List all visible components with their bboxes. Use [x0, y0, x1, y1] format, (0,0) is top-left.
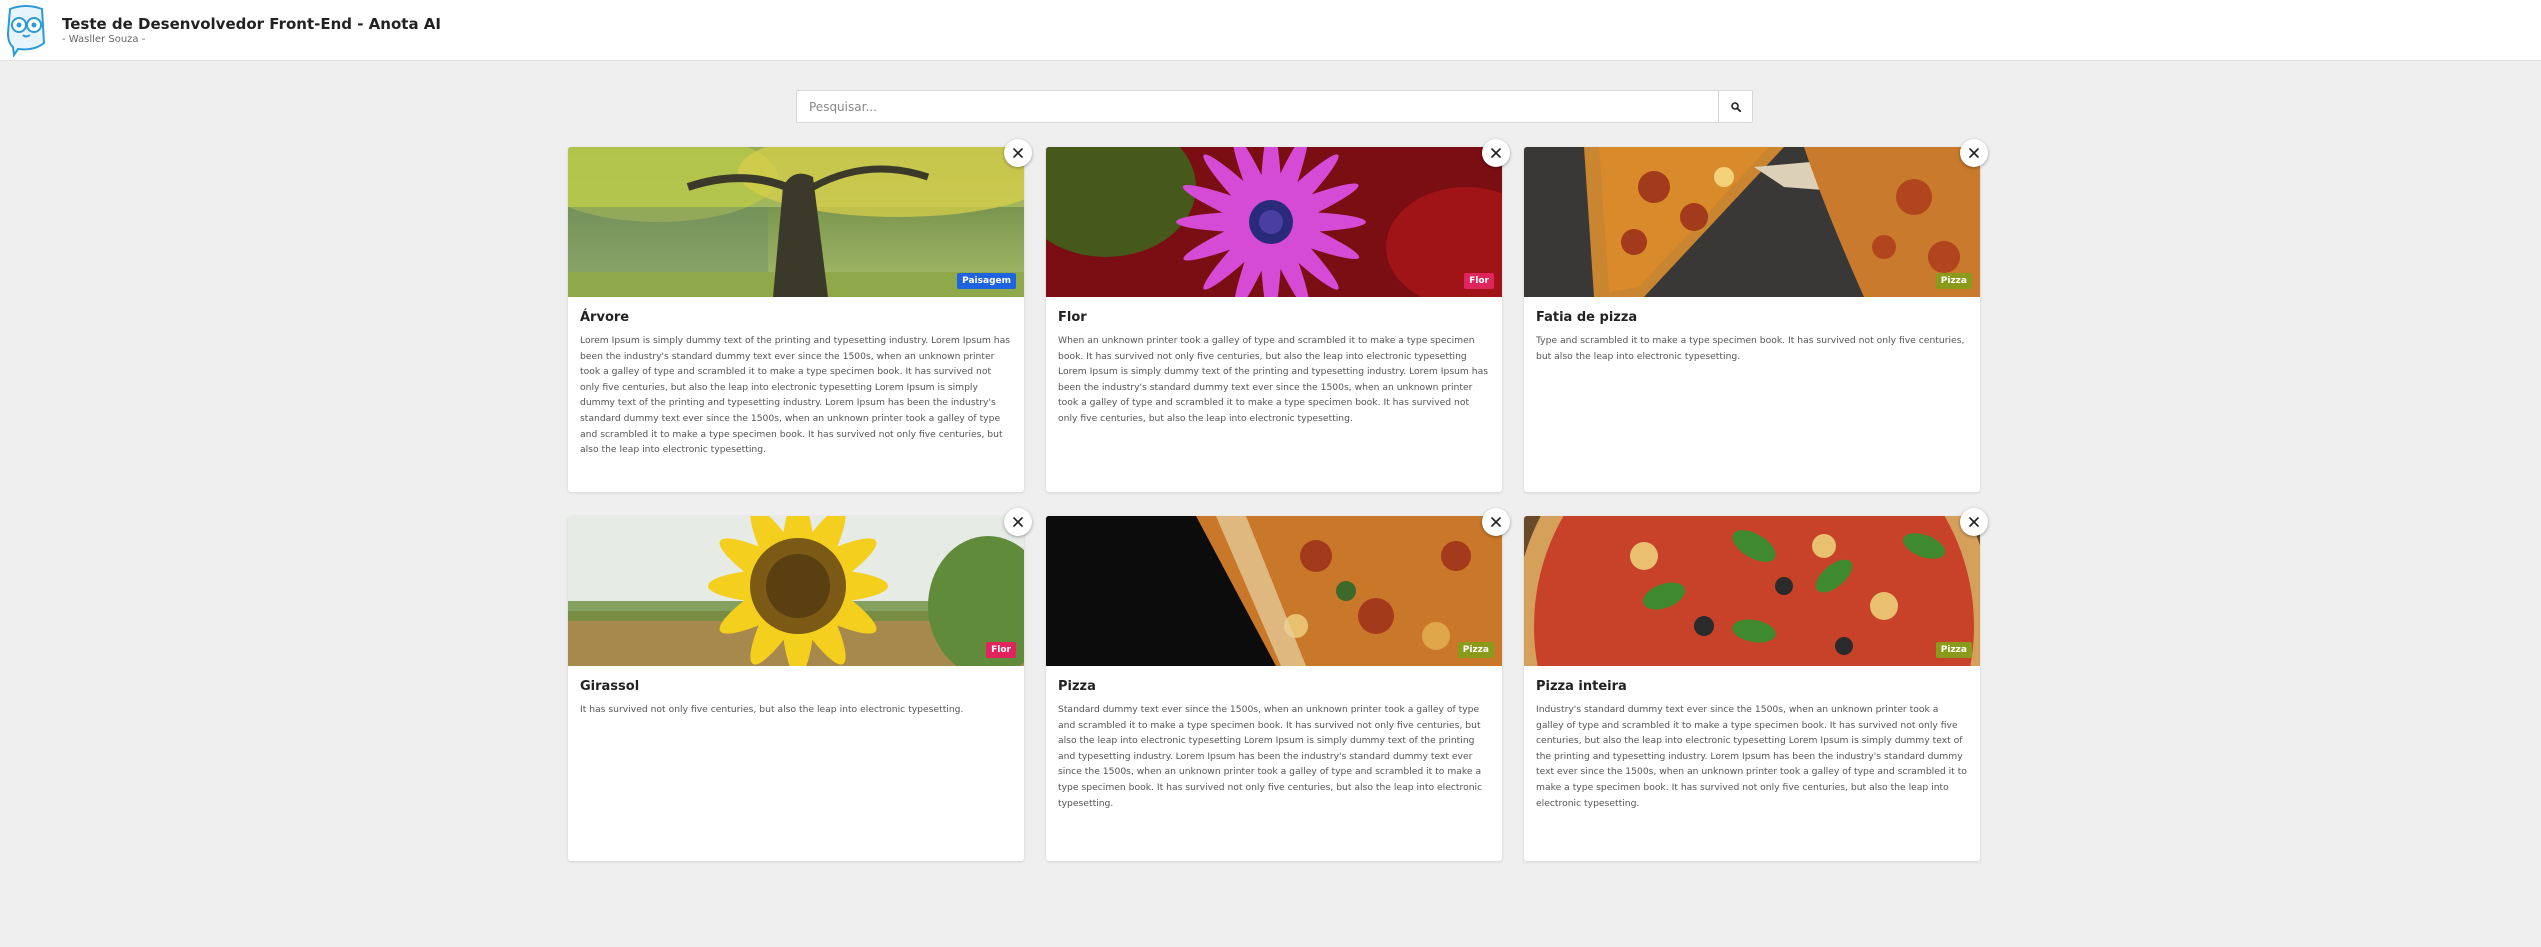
category-badge: Paisagem [957, 273, 1016, 289]
card-title: Pizza inteira [1536, 679, 1627, 694]
card-image: Flor [568, 516, 1024, 666]
category-badge: Flor [986, 642, 1016, 658]
card-description: When an unknown printer took a galley of… [1058, 335, 1489, 424]
card-description: Type and scrambled it to make a type spe… [1536, 335, 1965, 362]
remove-card-button[interactable] [1004, 139, 1032, 167]
card-title: Pizza [1058, 679, 1096, 694]
search-bar [796, 90, 1753, 123]
card-image: Pizza [1524, 147, 1980, 297]
remove-card-button[interactable] [1960, 508, 1988, 536]
card-image: Flor [1046, 147, 1502, 297]
remove-card-button[interactable] [1960, 139, 1988, 167]
card-title: Girassol [580, 679, 640, 694]
category-badge: Pizza [1457, 642, 1494, 658]
close-icon [1969, 148, 1979, 158]
card-image: Pizza [1046, 516, 1502, 666]
card-description: Industry's standard dummy text ever sinc… [1536, 704, 1967, 809]
close-icon [1013, 517, 1023, 527]
card-title: Fatia de pizza [1536, 310, 1638, 325]
close-icon [1491, 148, 1501, 158]
app-subtitle: - Wasller Souza - [62, 34, 146, 45]
card-description: Standard dummy text ever since the 1500s… [1058, 704, 1483, 809]
card-description: It has survived not only five centuries,… [580, 704, 964, 715]
card[interactable]: Pizza Fatia de pizza Type and scrambled … [1524, 139, 1988, 492]
close-icon [1491, 517, 1501, 527]
search-input[interactable] [797, 91, 1718, 122]
search-button[interactable] [1718, 91, 1752, 122]
remove-card-button[interactable] [1482, 508, 1510, 536]
card-image: Pizza [1524, 516, 1980, 666]
card-description: Lorem Ipsum is simply dummy text of the … [580, 335, 1011, 456]
category-badge: Pizza [1935, 273, 1972, 289]
owl-logo-icon[interactable] [4, 3, 48, 57]
card[interactable]: Flor Flor When an unknown printer took a… [1046, 139, 1510, 492]
close-icon [1969, 517, 1979, 527]
card[interactable]: Pizza Pizza inteira Industry's standard … [1524, 508, 1988, 861]
card[interactable]: Flor Girassol It has survived not only f… [568, 508, 1032, 861]
card-grid: Paisagem Árvore Lorem Ipsum is simply du… [568, 139, 1988, 861]
top-bar: Teste de Desenvolvedor Front-End - Anota… [0, 0, 2541, 61]
card-title: Flor [1058, 310, 1087, 325]
remove-card-button[interactable] [1004, 508, 1032, 536]
card[interactable]: Paisagem Árvore Lorem Ipsum is simply du… [568, 139, 1032, 492]
card-title: Árvore [580, 310, 630, 325]
search-icon [1730, 101, 1741, 112]
card[interactable]: Pizza Pizza Standard dummy text ever sin… [1046, 508, 1510, 861]
card-image: Paisagem [568, 147, 1024, 297]
remove-card-button[interactable] [1482, 139, 1510, 167]
app-title: Teste de Desenvolvedor Front-End - Anota… [62, 15, 441, 33]
close-icon [1013, 148, 1023, 158]
category-badge: Pizza [1935, 642, 1972, 658]
category-badge: Flor [1464, 273, 1494, 289]
